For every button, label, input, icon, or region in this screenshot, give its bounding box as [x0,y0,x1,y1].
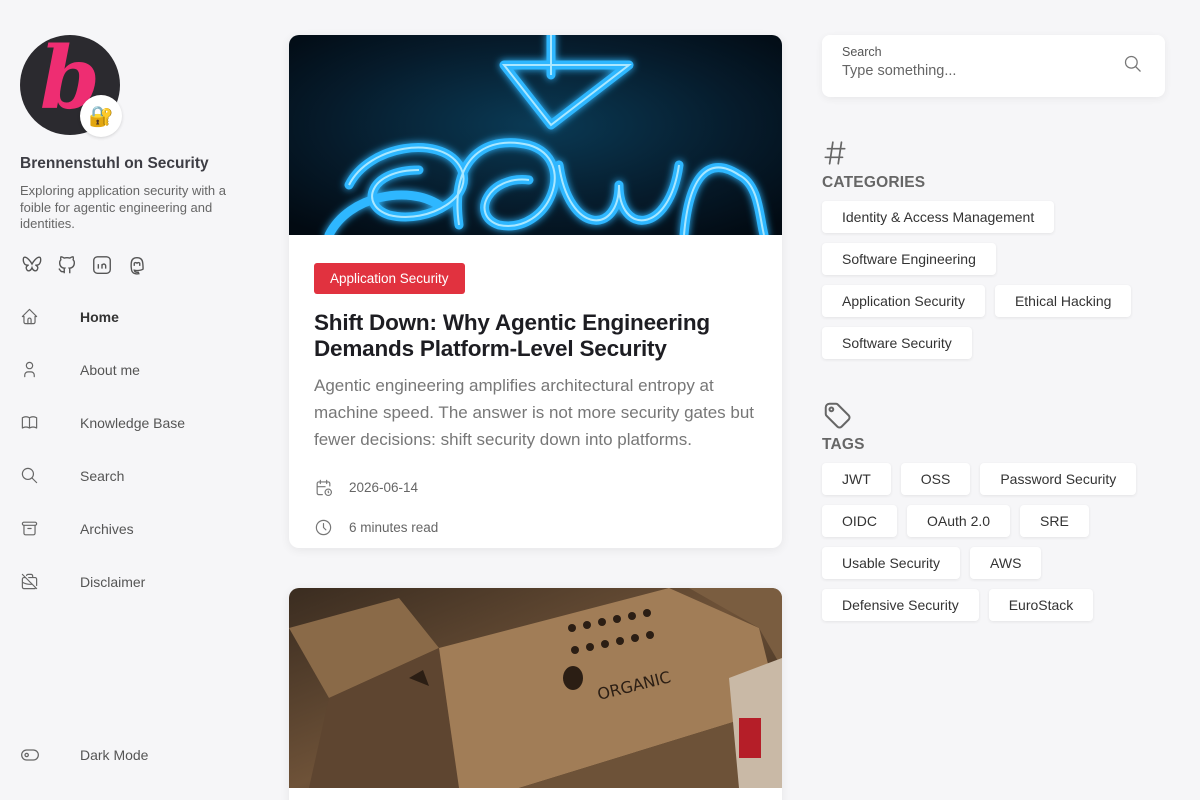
post-date: 2026-06-14 [349,479,419,495]
nav-item-knowledge-base[interactable]: Knowledge Base [20,396,250,449]
dark-mode-toggle[interactable]: Dark Mode [20,735,250,775]
bluesky-icon[interactable] [20,253,44,277]
main-nav: Home About me Knowledge Base Search Arch… [20,290,250,608]
category-list: Identity & Access Management Software En… [822,201,1167,359]
dark-mode-label: Dark Mode [80,747,149,763]
site-title[interactable]: Brennenstuhl on Security [20,155,209,173]
tag-chip[interactable]: AWS [970,547,1042,579]
nav-item-disclaimer[interactable]: Disclaimer [20,555,250,608]
post-read-time: 6 minutes read [349,519,439,535]
tag-chip[interactable]: OSS [900,463,971,495]
nav-label-knowledge-base: Knowledge Base [80,414,186,431]
tag-chip[interactable]: Password Security [980,463,1137,495]
toggle-icon [21,749,39,761]
post-excerpt: Agentic engineering amplifies architectu… [314,376,755,449]
post-title[interactable]: Shift Down: Why Agentic Engineering Dema… [314,310,757,362]
archive-icon [21,521,38,536]
post-hero-image [289,35,782,235]
tag-chip[interactable]: SRE [1020,505,1089,537]
nav-item-archives[interactable]: Archives [20,502,250,555]
site-description: Exploring application security with a fo… [20,183,226,231]
clock-icon [315,519,332,535]
tag-chip[interactable]: OIDC [822,505,897,537]
category-badge[interactable]: Application Security [314,263,465,294]
mastodon-icon[interactable] [125,253,149,277]
nav-label-search: Search [80,467,125,484]
nav-label-archives: Archives [80,520,134,537]
post-read-time-row: 6 minutes read [314,507,757,547]
post-card[interactable]: ORGANIC [289,588,782,800]
post-card[interactable]: Application Security Shift Down: Why Age… [289,35,782,548]
tag-chip[interactable]: JWT [822,463,891,495]
nav-item-search[interactable]: Search [20,449,250,502]
post-hero-image: ORGANIC [289,588,782,788]
post-date-row: 2026-06-14 [314,467,757,507]
avatar[interactable]: b 🔐 [20,35,122,137]
category-chip[interactable]: Application Security [822,285,985,317]
nav-label-disclaimer: Disclaimer [80,573,146,590]
nav-item-home[interactable]: Home [20,290,250,343]
nav-label-about: About me [80,361,140,378]
linkedin-icon[interactable] [90,253,114,277]
search-icon[interactable] [1123,54,1145,76]
tag-chip[interactable]: Usable Security [822,547,961,579]
hash-icon [822,139,848,172]
lock-key-icon: 🔐 [80,95,122,137]
category-chip[interactable]: Software Security [822,327,972,359]
search-icon [21,467,38,484]
category-chip[interactable]: Software Engineering [822,243,996,275]
search-label: Search [842,45,882,59]
calendar-clock-icon [316,479,333,496]
nav-item-about[interactable]: About me [20,343,250,396]
social-links [20,253,149,277]
search-box[interactable]: Search [822,35,1165,97]
tag-list: JWT OSS Password Security OIDC OAuth 2.0… [822,463,1167,621]
nav-label-home: Home [80,308,119,325]
tag-chip[interactable]: Defensive Security [822,589,979,621]
tags-title: TAGS [822,436,865,453]
post-meta: 2026-06-14 6 minutes read [314,467,757,547]
user-icon [24,361,35,378]
tag-chip[interactable]: EuroStack [988,589,1094,621]
tag-icon [822,400,852,435]
left-sidebar: b 🔐 Brennenstuhl on Security Exploring a… [0,0,260,800]
github-icon[interactable] [55,253,79,277]
post-card-body: Application Security Shift Down: Why Age… [289,235,782,547]
search-input[interactable] [842,63,1102,79]
home-icon [21,308,38,325]
tag-chip[interactable]: OAuth 2.0 [907,505,1011,537]
book-icon [21,416,38,429]
category-chip[interactable]: Ethical Hacking [994,285,1132,317]
categories-title: CATEGORIES [822,174,926,191]
category-chip[interactable]: Identity & Access Management [822,201,1055,233]
briefcase-off-icon [21,573,38,590]
